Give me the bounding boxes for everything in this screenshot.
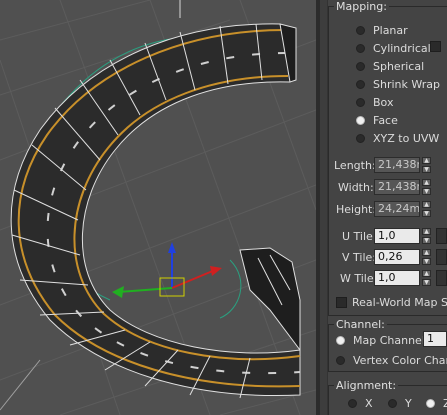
- radio-label: X: [365, 396, 373, 410]
- radio-label: Planar: [373, 23, 408, 37]
- radio-dot: [336, 355, 345, 365]
- radio-label: Spherical: [373, 59, 425, 73]
- map-channel-field[interactable]: 1: [423, 331, 447, 347]
- channel-title: Channel:: [334, 318, 387, 331]
- radio-align-z[interactable]: Z: [426, 396, 447, 410]
- utile-flip-checkbox[interactable]: [436, 228, 447, 244]
- utile-label: U Tile:: [342, 230, 377, 243]
- vtile-field[interactable]: 0,26: [374, 249, 420, 265]
- uvw-gizmo-curve: [219, 259, 242, 319]
- radio-shrink-wrap[interactable]: Shrink Wrap: [356, 77, 440, 91]
- radio-dot: [356, 79, 365, 89]
- radio-map-channel[interactable]: Map Channel:: [336, 333, 429, 347]
- radio-dot: [356, 97, 365, 107]
- length-label: Length:: [334, 159, 376, 172]
- radio-dot-selected: [336, 335, 345, 345]
- real-world-map-size-checkbox[interactable]: [336, 297, 347, 308]
- width-label: Width:: [338, 181, 374, 194]
- radio-cylindrical[interactable]: Cylindrical: [356, 41, 431, 55]
- radio-planar[interactable]: Planar: [356, 23, 408, 37]
- radio-face[interactable]: Face: [356, 113, 398, 127]
- radio-label: Shrink Wrap: [373, 77, 440, 91]
- radio-dot: [356, 25, 365, 35]
- wtile-spinner[interactable]: ▲ ▼: [422, 270, 431, 286]
- radio-dot: [356, 61, 365, 71]
- wtile-label: W Tile:: [340, 272, 378, 285]
- radio-label: Z: [443, 396, 447, 410]
- radio-vertex-color-channel[interactable]: Vertex Color Channel: [336, 353, 447, 367]
- radio-box[interactable]: Box: [356, 95, 393, 109]
- radio-xyz-to-uvw[interactable]: XYZ to UVW: [356, 131, 439, 145]
- radio-label: Cylindrical: [373, 41, 431, 55]
- radio-label: XYZ to UVW: [373, 131, 440, 145]
- radio-dot: [356, 43, 365, 53]
- road-end-cap: [239, 247, 301, 352]
- height-label: Height:: [336, 203, 377, 216]
- mapping-title: Mapping:: [334, 0, 389, 13]
- cylindrical-cap-checkbox[interactable]: [430, 41, 441, 52]
- transform-gizmo[interactable]: [112, 242, 222, 298]
- height-spinner[interactable]: ▲ ▼: [422, 201, 431, 217]
- width-field[interactable]: 21,438m: [374, 179, 420, 195]
- radio-spherical[interactable]: Spherical: [356, 59, 424, 73]
- vtile-spinner[interactable]: ▲ ▼: [422, 249, 431, 265]
- radio-label: Box: [373, 95, 394, 109]
- radio-label: Face: [373, 113, 398, 127]
- width-spinner[interactable]: ▲ ▼: [422, 179, 431, 195]
- viewport-scene[interactable]: [0, 0, 316, 415]
- length-spinner[interactable]: ▲ ▼: [422, 157, 431, 173]
- uvw-map-parameters-panel: Mapping: Planar Cylindrical Spherical Sh…: [320, 0, 447, 415]
- wtile-flip-checkbox[interactable]: [436, 270, 447, 286]
- radio-align-x[interactable]: X: [348, 396, 373, 410]
- real-world-map-size-label: Real-World Map Size: [352, 296, 447, 309]
- radio-align-y[interactable]: Y: [388, 396, 412, 410]
- wtile-field[interactable]: 1,0: [374, 270, 420, 286]
- radio-dot: [388, 398, 397, 408]
- utile-field[interactable]: 1,0: [374, 228, 420, 244]
- vtile-label: V Tile:: [342, 251, 376, 264]
- radio-label: Vertex Color Channel: [353, 353, 447, 367]
- utile-spinner[interactable]: ▲ ▼: [422, 228, 431, 244]
- panel-rollout-edge: [320, 0, 328, 415]
- radio-label: Map Channel:: [353, 333, 429, 347]
- radio-dot: [348, 398, 357, 408]
- height-field[interactable]: 24,24m: [374, 201, 420, 217]
- app-root: Mapping: Planar Cylindrical Spherical Sh…: [0, 0, 447, 415]
- grid-axis-line: [0, 359, 41, 411]
- radio-dot-selected: [426, 398, 435, 408]
- length-field[interactable]: 21,438m: [374, 157, 420, 173]
- radio-label: Y: [405, 396, 412, 410]
- vtile-flip-checkbox[interactable]: [436, 249, 447, 265]
- radio-dot: [356, 133, 365, 143]
- radio-dot-selected: [356, 115, 365, 125]
- perspective-viewport[interactable]: [0, 0, 316, 415]
- alignment-title: Alignment:: [334, 379, 399, 392]
